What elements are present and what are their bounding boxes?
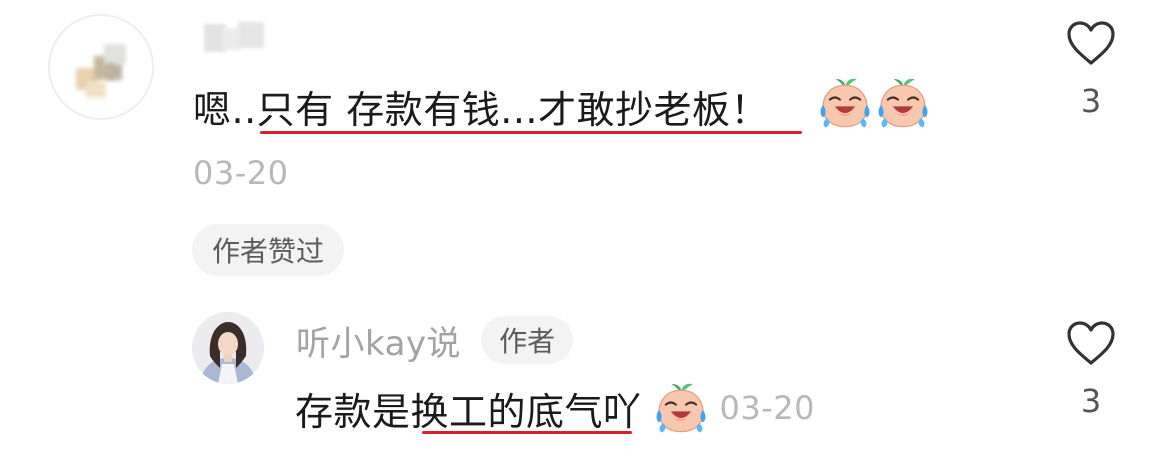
reply-text: 存款是换工的底气吖 [295,389,642,434]
reply-emoji [654,381,708,435]
crying-laughing-emoji-icon [654,381,708,435]
author-liked-badge: 作者赞过 [192,224,345,276]
like-count: 3 [1080,382,1102,420]
username-pixelated[interactable] [200,16,272,56]
avatar[interactable] [48,14,154,120]
emoji-group [818,76,930,130]
highlight-underline [260,131,802,134]
reply-header: 听小kay说 作者 [296,314,574,366]
reply-body: 存款是换工的底气吖 03-20 [295,380,815,436]
reply-like-button[interactable]: 3 [1060,320,1122,420]
crying-laughing-emoji-icon [876,76,930,130]
reply-avatar[interactable] [192,312,264,384]
avatar-photo [192,312,264,384]
reply-username[interactable]: 听小kay说 [296,316,461,365]
reply-date: 03-20 [719,389,815,427]
highlight-underline [422,431,632,434]
like-count: 3 [1080,82,1102,120]
heart-icon[interactable] [1065,320,1117,366]
comment-like-button[interactable]: 3 [1060,20,1122,120]
author-tag: 作者 [481,316,574,364]
heart-icon[interactable] [1065,20,1117,66]
comment-text: 嗯..只有 存款有钱...才敢抄老板！ [193,87,769,132]
crying-laughing-emoji-icon [818,76,872,130]
comment-date: 03-20 [193,154,289,192]
comment-thread: 嗯..只有 存款有钱...才敢抄老板！ 03-20 作者赞过 3 听小kay说 … [0,0,1170,467]
